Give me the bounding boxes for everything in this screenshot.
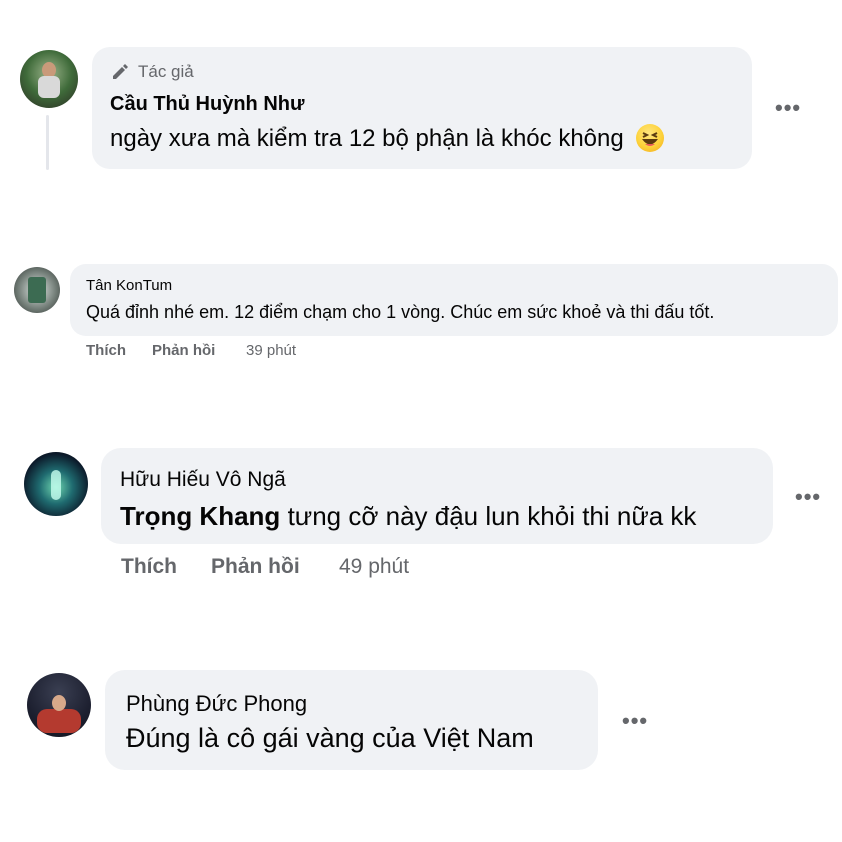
timestamp[interactable]: 39 phút: [246, 342, 296, 359]
comment-author[interactable]: Tân KonTum: [86, 277, 172, 294]
comment-bubble: Phùng Đức Phong Đúng là cô gái vàng của …: [105, 670, 598, 770]
comment-bubble: Hữu Hiếu Vô Ngã Trọng Khang tưng cỡ này …: [101, 448, 773, 544]
comment-text: ngày xưa mà kiểm tra 12 bộ phận là khóc …: [110, 123, 665, 154]
more-options-icon[interactable]: •••: [775, 97, 801, 119]
comment-author[interactable]: Phùng Đức Phong: [126, 691, 307, 717]
avatar[interactable]: [20, 50, 78, 108]
reply-button[interactable]: Phản hồi: [211, 555, 300, 579]
comment-author[interactable]: Hữu Hiếu Vô Ngã: [120, 468, 286, 492]
mention-link[interactable]: Trọng Khang: [120, 501, 280, 531]
avatar[interactable]: [27, 673, 91, 737]
more-options-icon[interactable]: •••: [795, 486, 821, 508]
comment-text-content: ngày xưa mà kiểm tra 12 bộ phận là khóc …: [110, 125, 624, 152]
author-badge: Tác giả: [138, 62, 194, 81]
more-options-icon[interactable]: •••: [622, 710, 648, 732]
like-button[interactable]: Thích: [121, 555, 177, 579]
comment-author[interactable]: Cầu Thủ Huỳnh Như: [110, 93, 304, 116]
pencil-icon: [110, 61, 130, 81]
avatar[interactable]: [24, 452, 88, 516]
laughing-emoji-icon: [636, 123, 665, 152]
comment-text: Trọng Khang tưng cỡ này đậu lun khỏi thi…: [120, 501, 696, 532]
comment-bubble: Tác giả Cầu Thủ Huỳnh Như ngày xưa mà ki…: [92, 47, 752, 169]
like-button[interactable]: Thích: [86, 342, 126, 359]
comment-text: Đúng là cô gái vàng của Việt Nam: [126, 723, 534, 753]
avatar[interactable]: [14, 267, 60, 313]
reply-button[interactable]: Phản hồi: [152, 342, 215, 359]
comment-text: Quá đỉnh nhé em. 12 điểm chạm cho 1 vòng…: [86, 302, 715, 322]
comment-text-content: tưng cỡ này đậu lun khỏi thi nữa kk: [287, 501, 697, 531]
thread-line: [46, 115, 49, 170]
comment-bubble: Tân KonTum Quá đỉnh nhé em. 12 điểm chạm…: [70, 264, 838, 336]
timestamp[interactable]: 49 phút: [339, 555, 409, 579]
